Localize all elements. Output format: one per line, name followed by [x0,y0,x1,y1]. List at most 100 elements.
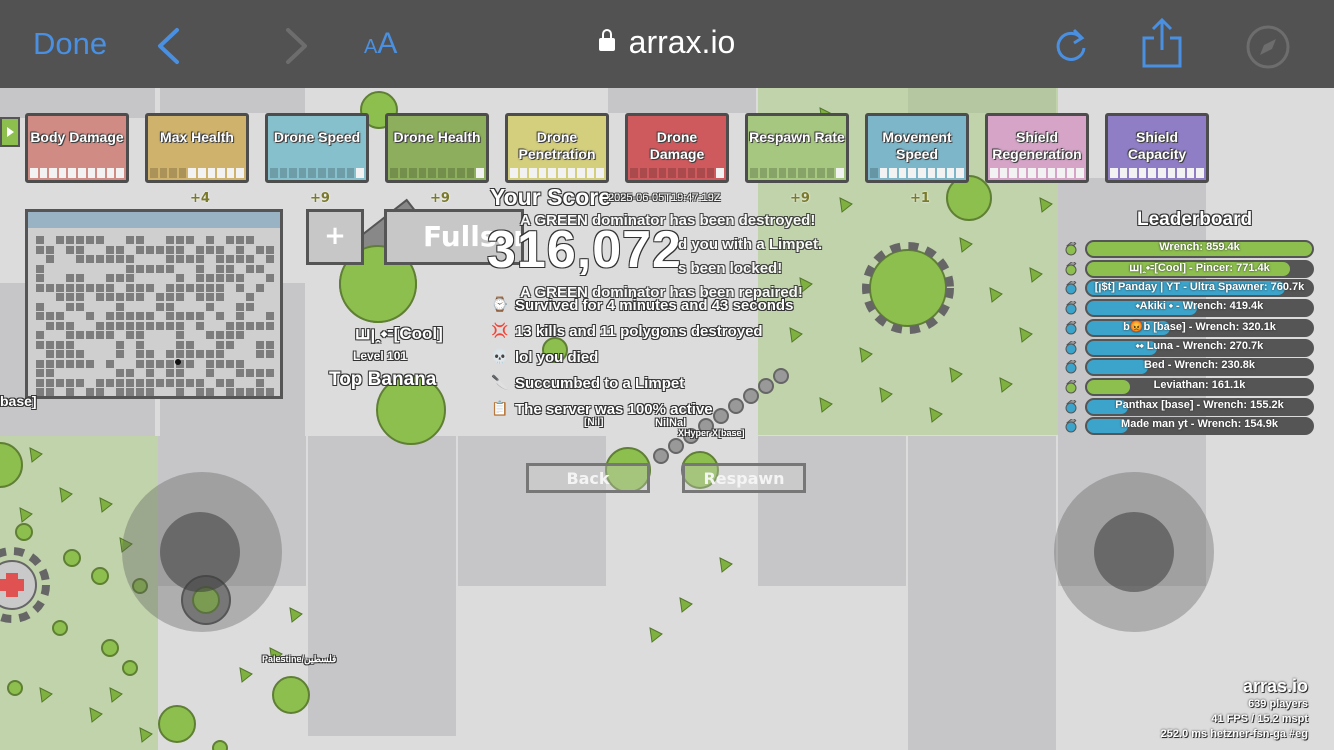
leaderboard-entry: b😡b [base] - Wrench: 320.1k [1085,318,1314,337]
stopwatch-icon: ⌚ [491,297,509,313]
minimap-wall [126,369,134,377]
minimap [25,209,283,399]
minimap-wall [126,283,134,292]
minimap-wall [126,255,134,263]
minimap-wall [176,312,184,320]
minimap-wall [116,312,124,320]
minimap-wall [196,350,204,358]
minimap-wall [136,283,144,292]
minimap-wall [166,378,174,387]
tank-class-icon [1064,397,1078,414]
minimap-wall [116,302,124,311]
leaderboard-entry-label: ⬩⬩ Luna - Wrench: 270.7k [1135,339,1264,352]
upgrade-label: Drone Health [393,129,481,145]
death-stat-text: lol you died [515,349,599,366]
minimap-wall [256,350,264,358]
minimap-wall [196,378,204,387]
minimap-wall [236,369,244,377]
clipboard-icon: 📋 [491,401,509,417]
expand-button[interactable]: + [306,209,364,265]
url-text: arrax.io [628,24,736,60]
upgrade-progress [1110,168,1204,178]
minimap-wall [36,302,44,311]
back-button[interactable]: Back [526,463,650,493]
leaderboard-entry: ⬩Akiki ⬩ - Wrench: 419.4k [1085,299,1314,318]
minimap-wall [236,236,244,244]
minimap-wall [266,350,274,358]
minimap-wall [196,312,204,320]
minimap-wall [76,236,84,244]
minimap-wall [216,255,224,263]
minimap-wall [106,312,114,320]
minimap-wall [126,293,134,301]
minimap-wall [126,312,134,320]
upgrade-respawn-rate[interactable]: Respawn Rate [745,113,849,183]
minimap-wall [166,321,174,330]
minimap-wall [226,274,234,282]
upgrade-drone-damage[interactable]: Drone Damage [625,113,729,183]
upgrade-drone-speed[interactable]: Drone Speed [265,113,369,183]
address-bar[interactable]: arrax.io [0,24,1334,61]
minimap-wall [216,274,224,282]
browser-toolbar: Done AA arrax.io [0,0,1334,88]
minimap-wall [76,274,84,282]
tank-class-icon [1064,338,1078,354]
upgrade-movement-speed[interactable]: Movement Speed [865,113,969,183]
upgrade-shield-capacity[interactable]: Shield Capacity [1105,113,1209,183]
upgrade-max-health[interactable]: Max Health [145,113,249,183]
compass-icon[interactable] [1245,24,1291,70]
leaderboard-entry: Leviathan: 161.1k [1085,377,1314,396]
minimap-wall [86,283,94,292]
upgrade-drone-health[interactable]: Drone Health [385,113,489,183]
minimap-wall [156,293,164,301]
upgrade-progress [390,168,484,178]
minimap-wall [126,274,134,282]
upgrade-body-damage[interactable]: Body Damage [25,113,129,183]
minimap-wall [56,321,64,330]
minimap-wall [196,264,204,273]
left-joystick-knob[interactable] [160,512,240,592]
game-canvas[interactable]: Body Damage Max Health +4 Drone Speed +9 Dron… [0,88,1334,750]
minimap-wall [176,283,184,292]
right-joystick-knob[interactable] [1094,512,1174,592]
upgrade-shield-regeneration[interactable]: Shield Regeneration [985,113,1089,183]
player-nametag: XHyper X[base] [678,428,745,438]
minimap-wall [66,283,74,292]
minimap-wall [196,388,204,396]
minimap-wall [176,236,184,244]
respawn-button[interactable]: Respawn [682,463,806,493]
minimap-wall [56,236,64,244]
leaderboard-entry-label: Leviathan: 161.1k [1153,378,1246,391]
minimap-wall [96,293,104,301]
minimap-wall [256,283,264,292]
minimap-wall [186,350,194,358]
minimap-wall [226,264,234,273]
reload-icon[interactable] [1053,26,1089,64]
upgrade-drone-penetration[interactable]: Drone Penetration [505,113,609,183]
minimap-wall [56,312,64,320]
minimap-wall [136,359,144,368]
minimap-wall [116,321,124,330]
minimap-wall [176,255,184,263]
expand-upgrades-toggle[interactable] [0,117,20,147]
minimap-wall [96,331,104,339]
leaderboard-entry: Made man yt - Wrench: 154.9k [1085,417,1314,436]
leaderboard-entry-label: b😡b [base] - Wrench: 320.1k [1123,320,1276,333]
minimap-wall [116,350,124,358]
minimap-wall [266,340,274,349]
leaderboard-entry-label: ⬩Akiki ⬩ - Wrench: 419.4k [1135,300,1264,313]
minimap-wall [246,388,254,396]
minimap-wall [256,264,264,273]
minimap-wall [46,369,54,377]
minimap-wall [166,293,174,301]
minimap-wall [76,359,84,368]
player-title: Top Banana [329,369,437,390]
minimap-wall [186,283,194,292]
minimap-wall [236,255,244,263]
minimap-wall [246,369,254,377]
score-value: 316,072 [487,221,682,279]
minimap-wall [246,236,254,244]
minimap-wall [86,331,94,339]
share-icon[interactable] [1140,18,1184,70]
minimap-wall [256,340,264,349]
